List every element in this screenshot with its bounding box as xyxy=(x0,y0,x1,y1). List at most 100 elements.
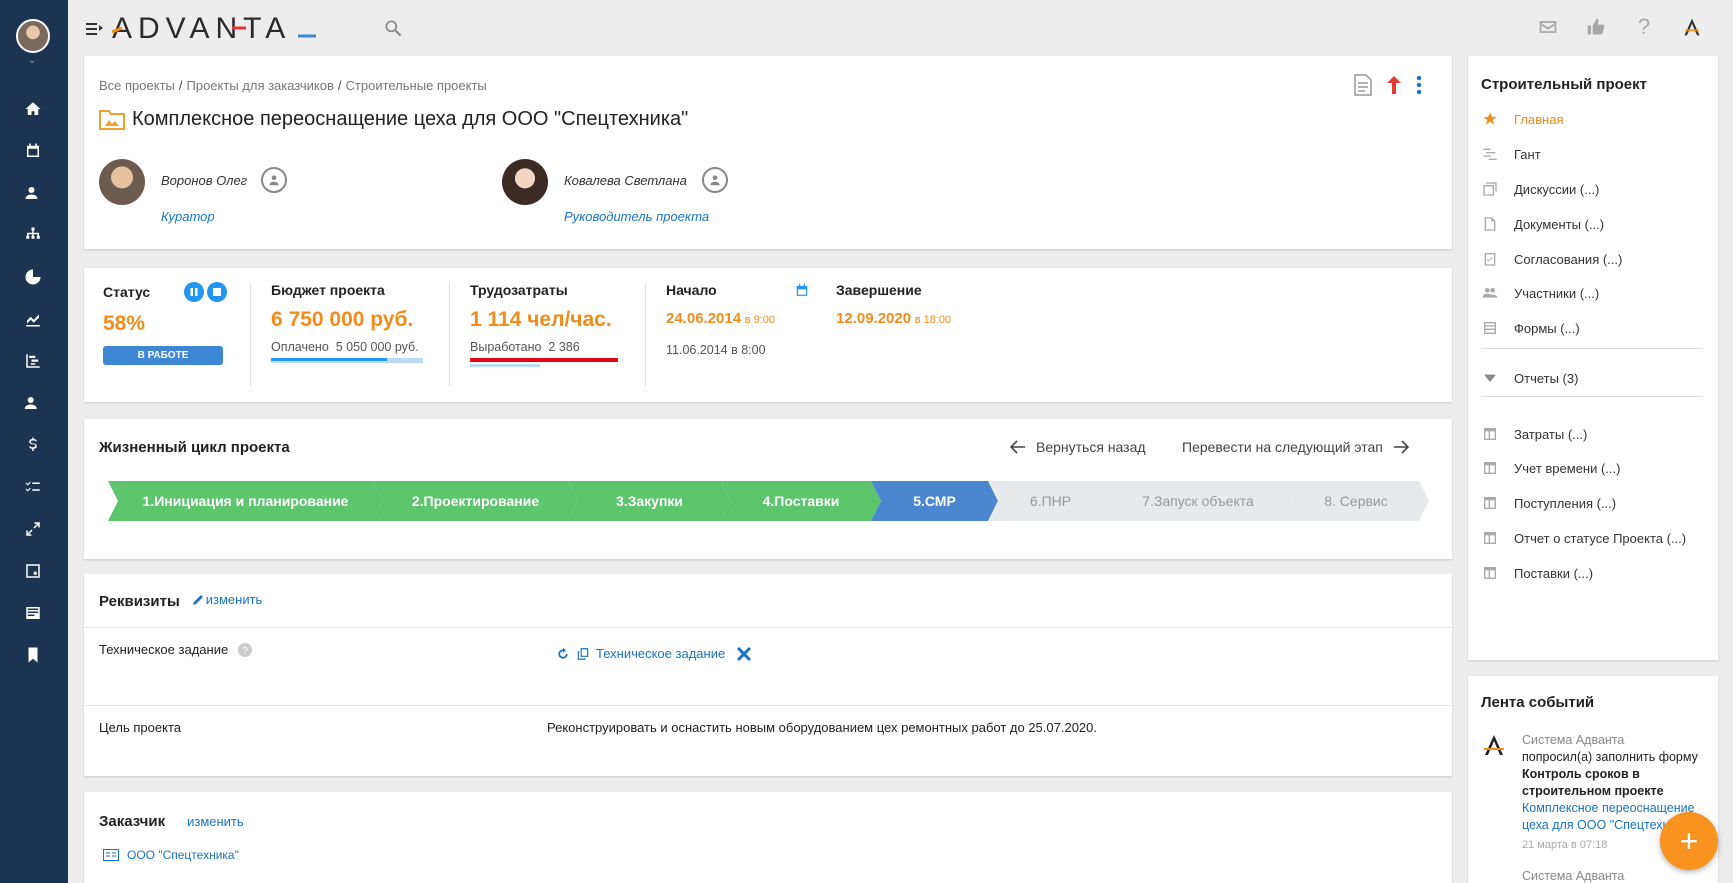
dollar-icon[interactable] xyxy=(22,434,44,456)
svg-text:ADVANTA: ADVANTA xyxy=(112,12,291,42)
nav-reports[interactable]: Отчеты (3) xyxy=(1481,369,1578,387)
customer-card: Заказчик изменить ООО "Спецтехника" xyxy=(84,792,1452,883)
back-button[interactable]: Вернуться назад xyxy=(1010,439,1146,455)
pencil-icon xyxy=(192,594,203,605)
labor-label: Трудозатраты xyxy=(470,282,568,298)
thumbs-up-icon[interactable] xyxy=(1585,16,1607,38)
report-costs[interactable]: Затраты (...) xyxy=(1481,425,1587,443)
avatar[interactable] xyxy=(502,159,548,205)
dashboard-icon[interactable] xyxy=(22,560,44,582)
advanta-user-icon[interactable] xyxy=(1681,16,1703,38)
analytics-icon[interactable] xyxy=(22,308,44,330)
edit-label: изменить xyxy=(205,592,263,607)
arrow-right-icon xyxy=(1393,440,1409,454)
tech-task-link[interactable]: Техническое задание xyxy=(596,646,725,661)
feed-form[interactable]: Контроль сроков в строительном проекте xyxy=(1522,767,1664,798)
org-structure-icon[interactable] xyxy=(22,224,44,246)
back-label: Вернуться назад xyxy=(1036,439,1146,455)
user-avatar[interactable] xyxy=(16,19,50,53)
priority-up-icon[interactable] xyxy=(1386,75,1402,95)
goal-label: Цель проекта xyxy=(99,720,181,735)
help-icon[interactable]: ? xyxy=(1633,14,1655,39)
pause-icon[interactable] xyxy=(184,282,205,302)
forms-icon xyxy=(1484,322,1496,334)
report-status[interactable]: Отчет о статусе Проекта (...) xyxy=(1481,529,1686,547)
curator-name[interactable]: Воронов Олег xyxy=(161,173,247,188)
stage-deliveries[interactable]: 4.Поставки xyxy=(721,481,881,521)
pie-chart-icon[interactable] xyxy=(22,266,44,288)
report-label: Поставки (...) xyxy=(1514,565,1594,581)
stage-launch[interactable]: 7.Запуск объекта xyxy=(1103,481,1293,521)
search-icon[interactable] xyxy=(383,18,403,38)
nav-participants[interactable]: Участники (...) xyxy=(1481,284,1599,302)
worked-value: 2 386 xyxy=(548,340,580,354)
nav-approvals-label: Согласования (...) xyxy=(1514,251,1623,267)
help-circle-icon[interactable]: ? xyxy=(238,642,253,657)
edit-customer-link[interactable]: изменить xyxy=(187,814,244,829)
team-icon[interactable] xyxy=(22,392,44,414)
stage-commissioning[interactable]: 6.ПНР xyxy=(988,481,1113,521)
expand-icon[interactable] xyxy=(22,518,44,540)
contacts-icon[interactable] xyxy=(22,182,44,204)
documents-icon xyxy=(1484,217,1496,231)
stage-service[interactable]: 8. Сервис xyxy=(1283,481,1429,521)
next-stage-button[interactable]: Перевести на следующий этап xyxy=(1182,439,1409,455)
news-icon[interactable] xyxy=(22,602,44,624)
avatar[interactable] xyxy=(99,159,145,205)
refresh-icon[interactable] xyxy=(556,647,570,661)
status-stat: Статус 58% В РАБОТЕ xyxy=(103,282,228,365)
calendar-icon[interactable] xyxy=(795,283,809,297)
manager-name[interactable]: Ковалева Светлана xyxy=(564,173,687,188)
calendar-icon[interactable] xyxy=(22,140,44,162)
change-person-icon[interactable] xyxy=(261,167,287,193)
nav-forms[interactable]: Формы (...) xyxy=(1481,319,1580,337)
advanta-logo[interactable]: ADVANTA xyxy=(111,12,320,50)
report-time[interactable]: Учет времени (...) xyxy=(1481,459,1620,477)
copy-icon[interactable] xyxy=(576,647,590,661)
change-person-icon[interactable] xyxy=(702,167,728,193)
breadcrumb-link[interactable]: Строительные проекты xyxy=(346,78,487,93)
nav-gantt-label: Гант xyxy=(1514,146,1541,162)
stage-design[interactable]: 2.Проектирование xyxy=(373,481,578,521)
nav-discussions[interactable]: Дискуссии (...) xyxy=(1481,180,1599,198)
manager-role[interactable]: Руководитель проекта xyxy=(564,209,709,224)
report-table-icon xyxy=(1484,532,1496,544)
bookmark-icon[interactable] xyxy=(22,644,44,666)
report-label: Учет времени (...) xyxy=(1514,460,1621,476)
nav-gantt[interactable]: Гант xyxy=(1481,145,1541,163)
gantt-icon[interactable] xyxy=(22,350,44,372)
breadcrumb-link[interactable]: Все проекты xyxy=(99,78,175,93)
status-percent: 58% xyxy=(103,312,146,335)
participants-icon xyxy=(1482,288,1498,298)
stage-construction[interactable]: 5.СМР xyxy=(871,481,998,521)
star-icon xyxy=(1483,112,1497,125)
mail-icon[interactable] xyxy=(1537,16,1559,38)
nav-documents[interactable]: Документы (...) xyxy=(1481,215,1604,233)
nav-documents-label: Документы (...) xyxy=(1514,216,1605,232)
stage-initiation[interactable]: 1.Инициация и планирование xyxy=(108,481,383,521)
menu-toggle-icon[interactable] xyxy=(86,20,104,36)
goal-value: Реконструировать и оснастить новым обору… xyxy=(547,720,1098,735)
breadcrumb-link[interactable]: Проекты для заказчиков xyxy=(187,78,334,93)
labor-progress xyxy=(470,358,618,367)
actual-start: 11.06.2014 в 8:00 xyxy=(666,343,766,357)
customer-company-link[interactable]: ООО "Спецтехника" xyxy=(127,848,239,862)
stop-icon[interactable] xyxy=(207,282,228,302)
nav-approvals[interactable]: Согласования (...) xyxy=(1481,250,1622,268)
add-button[interactable]: + xyxy=(1660,812,1718,870)
start-time: в 9:00 xyxy=(744,314,776,326)
checklist-icon[interactable] xyxy=(22,476,44,498)
more-vertical-icon[interactable] xyxy=(1416,75,1422,95)
chevron-down-icon[interactable]: ⌄ xyxy=(28,55,36,66)
document-icon[interactable] xyxy=(1354,74,1372,96)
curator-role[interactable]: Куратор xyxy=(161,209,215,224)
nav-main-label: Главная xyxy=(1514,111,1564,127)
remove-icon[interactable] xyxy=(737,646,752,661)
report-deliveries[interactable]: Поставки (...) xyxy=(1481,564,1593,582)
nav-main[interactable]: Главная xyxy=(1481,110,1563,128)
stage-procurement[interactable]: 3.Закупки xyxy=(568,481,731,521)
nav-participants-label: Участники (...) xyxy=(1514,285,1600,301)
home-icon[interactable] xyxy=(22,98,44,120)
report-income[interactable]: Поступления (...) xyxy=(1481,494,1616,512)
edit-requisites-link[interactable]: изменить xyxy=(192,592,263,607)
